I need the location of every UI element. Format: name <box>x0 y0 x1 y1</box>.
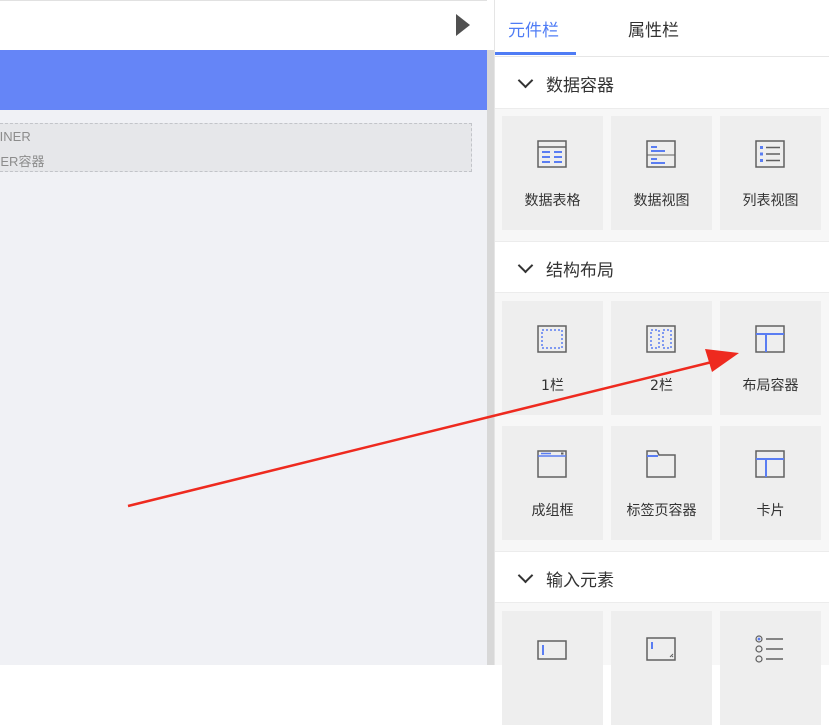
component-data-view[interactable]: 数据视图 <box>611 116 712 230</box>
radio-list-icon <box>755 635 783 663</box>
container-type-label: NER容器 <box>0 154 45 169</box>
tile-label: 数据视图 <box>633 193 690 209</box>
section-title: 输入元素 <box>546 571 614 591</box>
component-card[interactable]: 卡片 <box>720 426 821 540</box>
design-canvas[interactable]: AINER NER容器 <box>0 50 487 665</box>
tab-container-icon <box>646 450 676 478</box>
data-table-icon <box>537 140 567 168</box>
section-title: 数据容器 <box>546 76 614 96</box>
component-list: 数据容器 数据表格 数据视图 列表视图 结构布局 1栏 2栏 布局容器 成组框 … <box>495 57 829 725</box>
tile-label: 2栏 <box>650 378 673 394</box>
tile-label: 标签页容器 <box>626 503 697 519</box>
component-textarea[interactable] <box>611 611 712 725</box>
collapse-panel-icon[interactable] <box>456 14 470 36</box>
tile-label: 布局容器 <box>742 378 799 394</box>
section-header-structure-layout[interactable]: 结构布局 <box>495 241 829 293</box>
tile-label: 卡片 <box>756 503 785 519</box>
card-icon <box>755 450 785 478</box>
section-header-data-container[interactable]: 数据容器 <box>495 57 829 109</box>
tile-label: 成组框 <box>531 503 574 519</box>
active-tab-indicator <box>495 52 576 55</box>
panel-splitter[interactable] <box>487 50 494 665</box>
one-column-icon <box>537 325 567 353</box>
tab-components[interactable]: 元件栏 <box>508 16 559 41</box>
container-placeholder[interactable]: AINER NER容器 <box>0 123 472 172</box>
text-input-icon <box>537 640 567 660</box>
chevron-down-icon <box>517 72 534 89</box>
component-layout-container[interactable]: 布局容器 <box>720 301 821 415</box>
two-column-icon <box>646 325 676 353</box>
component-radio-list[interactable] <box>720 611 821 725</box>
component-list-view[interactable]: 列表视图 <box>720 116 821 230</box>
component-data-table[interactable]: 数据表格 <box>502 116 603 230</box>
layout-container-icon <box>755 325 785 353</box>
chevron-down-icon <box>517 567 534 584</box>
component-two-column[interactable]: 2栏 <box>611 301 712 415</box>
list-view-icon <box>755 140 785 168</box>
panel-tabs: 元件栏 属性栏 <box>495 0 829 57</box>
tile-label: 1栏 <box>541 378 564 394</box>
section-title: 结构布局 <box>546 261 614 281</box>
canvas-toolbar <box>0 0 487 50</box>
section-header-input-elements[interactable]: 输入元素 <box>495 551 829 603</box>
container-name-label: AINER <box>0 129 31 144</box>
component-group-box[interactable]: 成组框 <box>502 426 603 540</box>
tab-properties[interactable]: 属性栏 <box>628 16 679 41</box>
chevron-down-icon <box>517 257 534 274</box>
component-tab-container[interactable]: 标签页容器 <box>611 426 712 540</box>
component-panel: 元件栏 属性栏 数据容器 数据表格 数据视图 列表视图 结构布局 1栏 2栏 布… <box>494 0 829 725</box>
component-text-input[interactable] <box>502 611 603 725</box>
page-header-block[interactable] <box>0 50 487 110</box>
textarea-icon <box>646 637 676 661</box>
component-one-column[interactable]: 1栏 <box>502 301 603 415</box>
group-box-icon <box>537 450 567 478</box>
tile-label: 数据表格 <box>524 193 581 209</box>
tile-label: 列表视图 <box>742 193 799 209</box>
data-view-icon <box>646 140 676 168</box>
